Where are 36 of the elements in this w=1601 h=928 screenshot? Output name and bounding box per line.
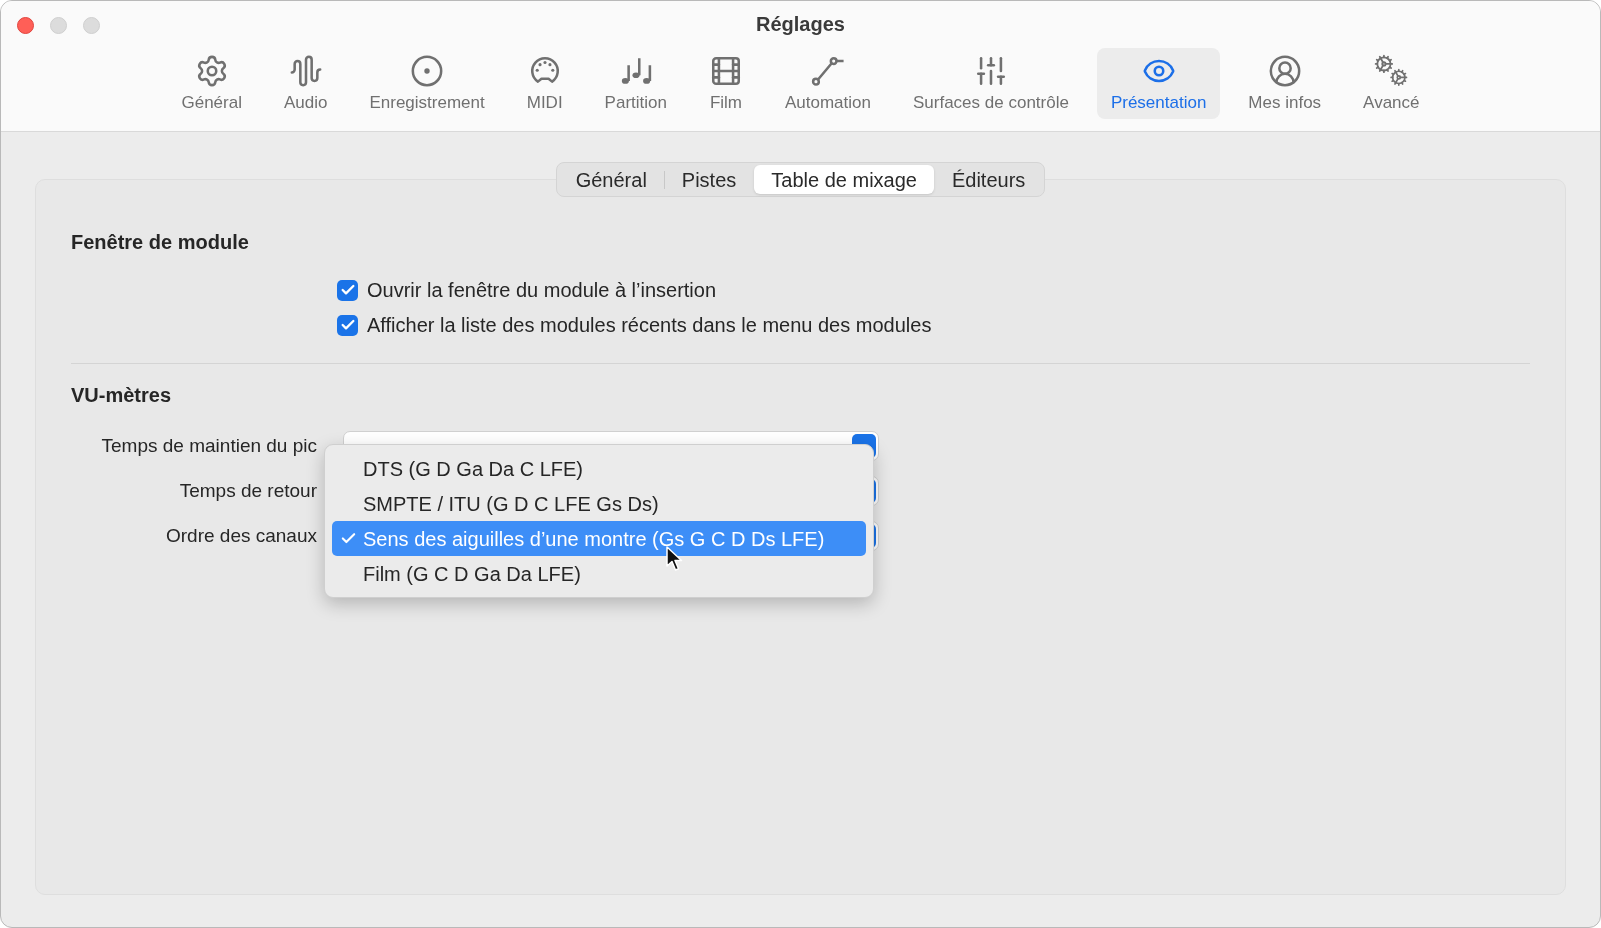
window-title: Réglages bbox=[756, 12, 845, 36]
toolbar-button[interactable]: Général bbox=[167, 48, 256, 119]
tab[interactable]: Général bbox=[558, 165, 664, 194]
tab[interactable]: Table de mixage bbox=[754, 165, 934, 194]
toolbar-button[interactable]: Mes infos bbox=[1234, 48, 1336, 119]
film-icon bbox=[709, 54, 743, 88]
toolbar-button[interactable]: Automation bbox=[771, 48, 885, 119]
toolbar-button[interactable]: Audio bbox=[269, 48, 342, 119]
field-label: Temps de retour bbox=[178, 478, 317, 503]
automation-curve-icon bbox=[811, 54, 845, 88]
toolbar-button[interactable]: Film bbox=[695, 48, 757, 119]
checkbox[interactable] bbox=[337, 279, 358, 301]
toolbar-button[interactable]: Avancé bbox=[1349, 48, 1434, 119]
gears-icon bbox=[1374, 54, 1409, 88]
menu-item[interactable]: Sens des aiguilles d’une montre (Gs G C D Ds LFE) bbox=[332, 521, 866, 556]
section-heading: Fenêtre de module bbox=[71, 230, 250, 254]
field-label: Ordre des canaux bbox=[164, 523, 317, 548]
user-icon bbox=[1267, 54, 1302, 88]
close-button[interactable] bbox=[17, 17, 34, 34]
menu-item[interactable]: SMPTE / ITU (G D C LFE Gs Ds) bbox=[332, 486, 866, 521]
toolbar-button[interactable]: Partition bbox=[590, 48, 681, 119]
checkbox-label: Afficher la liste des modules récents dans le menu des modules bbox=[367, 313, 932, 338]
record-icon bbox=[410, 54, 445, 88]
waveform-icon bbox=[288, 54, 323, 88]
toolbar-button[interactable]: Présentation bbox=[1096, 48, 1221, 119]
toolbar-button[interactable]: Enregistrement bbox=[355, 48, 499, 119]
tab[interactable]: Éditeurs bbox=[934, 165, 1043, 194]
checkbox-label: Ouvrir la fenêtre du module à l’insertion bbox=[367, 278, 717, 303]
menu-item[interactable]: Film (G C D Ga Da LFE) bbox=[332, 556, 866, 591]
tab[interactable]: Pistes bbox=[664, 165, 754, 194]
checkbox[interactable] bbox=[337, 314, 358, 336]
section-heading: VU-mètres bbox=[71, 383, 173, 407]
menu-item[interactable]: DTS (G D Ga Da C LFE) bbox=[332, 451, 866, 486]
field-label: Temps de maintien du pic bbox=[100, 433, 317, 458]
toolbar-button[interactable]: MIDI bbox=[512, 48, 577, 119]
toolbar-button[interactable]: Surfaces de contrôle bbox=[899, 48, 1083, 119]
